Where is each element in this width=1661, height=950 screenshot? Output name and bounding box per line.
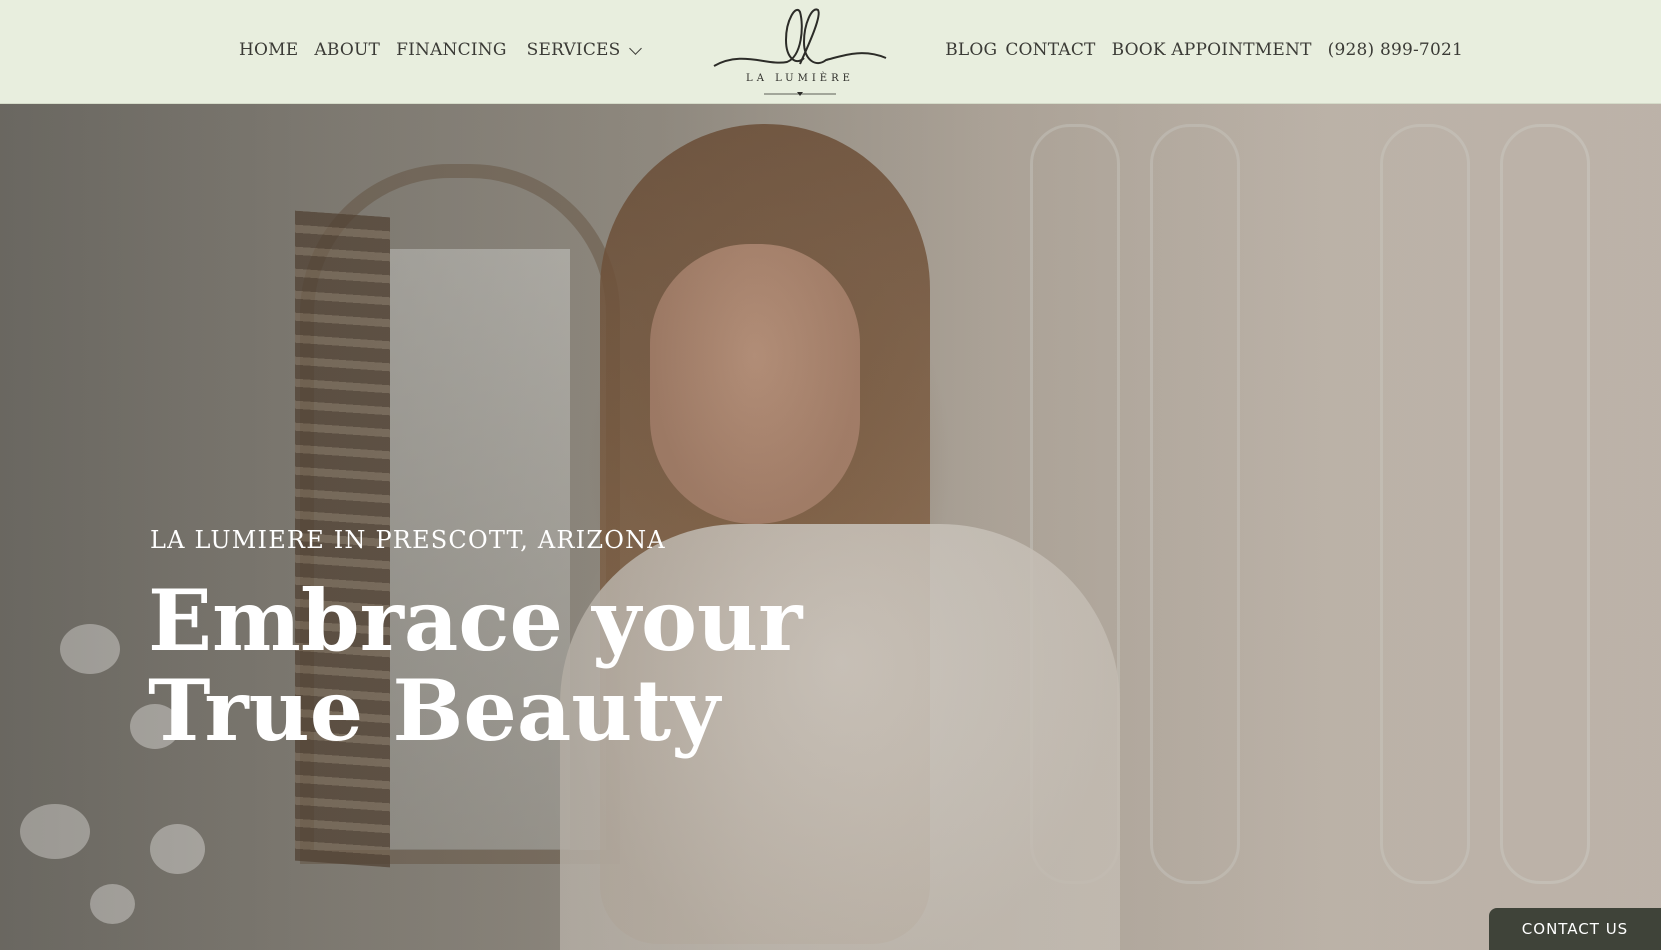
logo-text: LA LUMIÈRE [746,73,854,84]
nav-home[interactable]: HOME [239,40,298,60]
nav-blog[interactable]: BLOG [945,40,997,60]
contact-us-button[interactable]: CONTACT US [1489,908,1661,950]
primary-nav-left: HOME ABOUT FINANCING SERVICES [239,40,656,60]
ll-monogram-icon [713,8,887,96]
nav-services[interactable]: SERVICES [526,40,642,60]
site-logo[interactable]: LA LUMIÈRE [712,6,888,98]
nav-book-appointment[interactable]: BOOK APPOINTMENT [1112,40,1312,60]
hero-headline-line2: True Beauty [148,661,720,760]
nav-financing[interactable]: FINANCING [396,40,507,60]
hero-headline-line1: Embrace your [148,571,803,670]
hero-tagline: LA LUMIERE IN PRESCOTT, ARIZONA [150,526,666,554]
primary-nav-right: BLOG CONTACT BOOK APPOINTMENT (928) 899-… [945,40,1463,60]
nav-phone-link[interactable]: (928) 899-7021 [1328,40,1463,60]
nav-contact[interactable]: CONTACT [1005,40,1095,60]
hero-headline: Embrace your True Beauty [148,576,802,756]
chevron-down-icon [628,41,642,55]
site-header: HOME ABOUT FINANCING SERVICES LA LUMIÈRE… [0,0,1661,104]
nav-about[interactable]: ABOUT [314,40,380,60]
nav-services-label: SERVICES [526,40,621,60]
hero-section: LA LUMIERE IN PRESCOTT, ARIZONA Embrace … [0,104,1661,950]
